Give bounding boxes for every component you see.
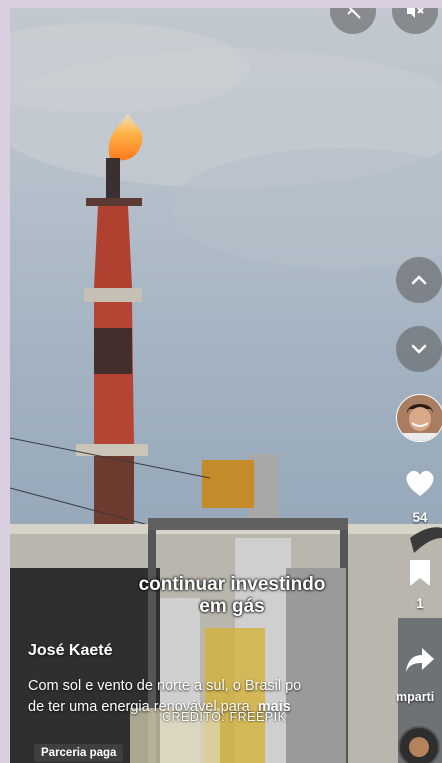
bookmark-icon[interactable]: [408, 558, 432, 588]
like-count: 54: [412, 510, 428, 525]
caption-line-1: continuar investindo: [138, 574, 326, 595]
author-avatar[interactable]: [396, 394, 442, 442]
next-video-button[interactable]: [396, 326, 442, 372]
share-arrow-icon[interactable]: [404, 646, 436, 674]
description-line-1: Com sol e vento de norte a sul, o Brasil…: [28, 678, 302, 694]
video-player[interactable]: 54 1 mparti continuar investindo em gás …: [10, 8, 442, 763]
heart-icon[interactable]: [404, 468, 436, 498]
chevron-down-icon: [411, 344, 427, 354]
image-credit: CRÉDITO: FREEPIK: [162, 710, 287, 724]
author-name[interactable]: José Kaeté: [28, 642, 113, 660]
avatar-image: [397, 395, 442, 441]
video-caption: continuar investindo em gás: [118, 574, 346, 618]
sponsored-badge: Parceria paga: [34, 744, 124, 762]
chevron-up-icon: [411, 275, 427, 285]
previous-video-button[interactable]: [396, 257, 442, 303]
music-disc-cover: [409, 737, 429, 757]
mute-icon: [407, 8, 424, 18]
music-disc[interactable]: [398, 726, 440, 763]
no-comments-icon: [347, 8, 361, 19]
share-label: mparti: [396, 690, 435, 704]
caption-line-2: em gás: [199, 596, 265, 617]
save-count: 1: [416, 596, 424, 611]
